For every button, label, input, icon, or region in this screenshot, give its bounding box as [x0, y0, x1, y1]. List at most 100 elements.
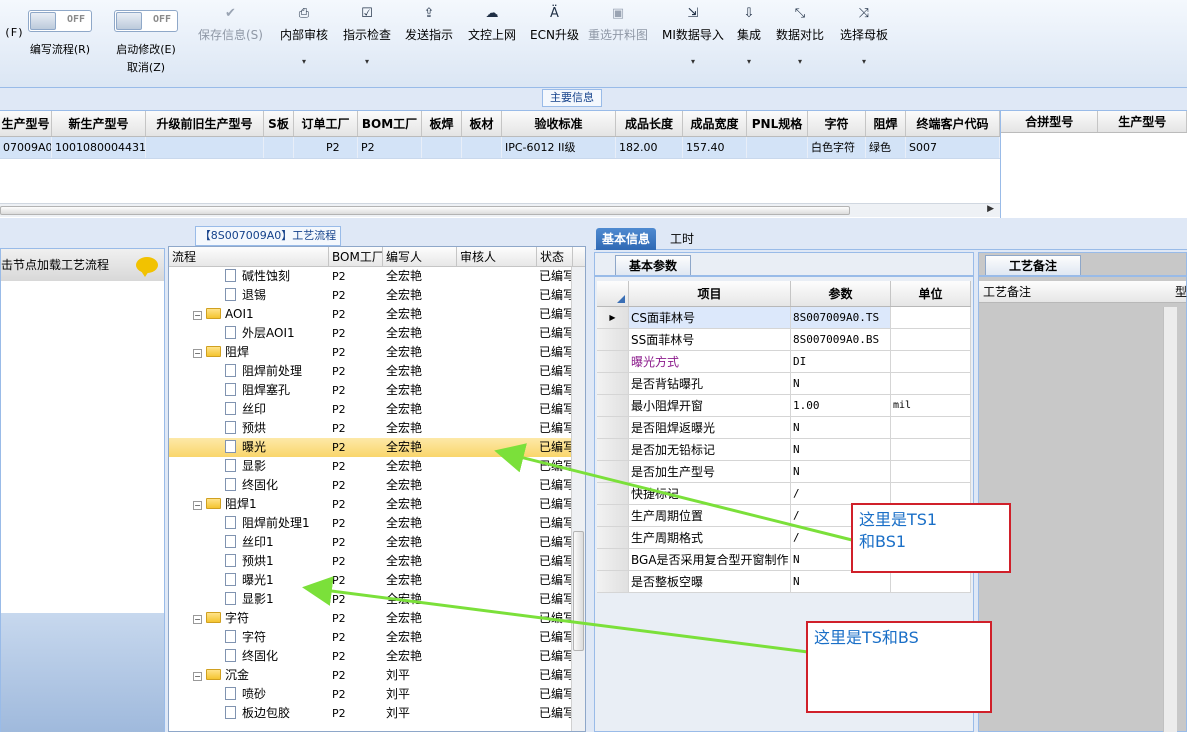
col-header[interactable]: 生产型号 — [0, 111, 52, 136]
doc-control-online-button[interactable]: ☁ 文控上网 — [468, 4, 516, 43]
data-compare-button[interactable]: ⤡ 数据对比 ▾ — [776, 4, 824, 66]
select-mother-board-button[interactable]: ⤨ 选择母板 ▾ — [840, 4, 888, 66]
tree-row[interactable]: 碱性蚀刻 P2 全宏艳 已编写 — [169, 267, 585, 286]
chevron-down-icon[interactable]: ▾ — [840, 57, 888, 66]
tree-node[interactable]: 显影1 — [169, 590, 329, 609]
cancel-label[interactable]: 取消(Z) — [114, 59, 178, 75]
tree-node[interactable]: 退锡 — [169, 286, 329, 305]
row-header[interactable] — [597, 351, 629, 372]
integrate-button[interactable]: ⇩ 集成 ▾ — [737, 4, 761, 66]
col-header[interactable]: 参数 — [791, 281, 891, 306]
col-header[interactable]: 验收标准 — [502, 111, 616, 136]
param-value-cell[interactable]: N — [791, 439, 891, 460]
arrow-right-icon[interactable]: ▶ — [987, 204, 994, 214]
col-header[interactable]: 流程 — [169, 247, 329, 266]
chevron-down-icon[interactable]: ▾ — [280, 57, 328, 66]
chevron-down-icon[interactable]: ▾ — [776, 57, 824, 66]
tree-row[interactable]: 曝光 P2 全宏艳 已编写 — [169, 438, 585, 457]
tree-node[interactable]: 终固化 — [169, 476, 329, 495]
col-header[interactable]: PNL规格 — [747, 111, 808, 136]
param-row[interactable]: 是否阻焊返曝光 N — [597, 417, 971, 439]
chevron-down-icon[interactable]: ▾ — [343, 57, 391, 66]
tree-node[interactable]: 预烘 — [169, 419, 329, 438]
col-header[interactable]: 板焊 — [422, 111, 462, 136]
tree-node[interactable]: 阻焊塞孔 — [169, 381, 329, 400]
param-value-cell[interactable]: / — [791, 483, 891, 504]
col-header[interactable]: S板 — [264, 111, 294, 136]
param-value-cell[interactable]: 8S007009A0.TS — [791, 307, 891, 328]
tab-basic-params[interactable]: 基本参数 — [615, 255, 691, 275]
row-header[interactable] — [597, 483, 629, 504]
tab-basic-info[interactable]: 基本信息 — [596, 228, 657, 250]
param-value-cell[interactable]: 8S007009A0.BS — [791, 329, 891, 350]
mi-data-import-button[interactable]: ⇲ MI数据导入 ▾ — [662, 4, 724, 66]
row-header[interactable] — [597, 461, 629, 482]
col-header[interactable]: 升级前旧生产型号 — [146, 111, 264, 136]
tab-process-remark[interactable]: 工艺备注 — [985, 255, 1081, 275]
col-header[interactable]: 审核人 — [457, 247, 537, 266]
tree-node[interactable]: 阻焊前处理 — [169, 362, 329, 381]
chevron-down-icon[interactable]: ▾ — [662, 57, 724, 66]
col-header[interactable]: 阻焊 — [866, 111, 906, 136]
tree-node[interactable]: − AOI1 — [169, 305, 329, 324]
param-value-cell[interactable]: 1.00 — [791, 395, 891, 416]
tree-node[interactable]: 喷砂 — [169, 685, 329, 704]
tree-row[interactable]: 预烘 P2 全宏艳 已编写 — [169, 419, 585, 438]
tree-node[interactable]: 曝光1 — [169, 571, 329, 590]
col-header[interactable]: 成品长度 — [616, 111, 683, 136]
param-row[interactable]: 是否加生产型号 N — [597, 461, 971, 483]
col-header[interactable]: 合拼型号 — [1001, 111, 1099, 132]
col-header[interactable]: 状态 — [537, 247, 573, 266]
tree-node[interactable]: 阻焊前处理1 — [169, 514, 329, 533]
param-row[interactable]: 是否加无铅标记 N — [597, 439, 971, 461]
collapse-icon[interactable]: − — [193, 311, 202, 320]
tree-node[interactable]: 曝光 — [169, 438, 329, 457]
tree-row[interactable]: 预烘1 P2 全宏艳 已编写 — [169, 552, 585, 571]
tree-row[interactable]: − 阻焊1 P2 全宏艳 已编写 — [169, 495, 585, 514]
tree-node[interactable]: − 沉金 — [169, 666, 329, 685]
tree-node[interactable]: 丝印1 — [169, 533, 329, 552]
remark-col-header[interactable]: 工艺备注 — [983, 285, 1031, 299]
param-row[interactable]: SS面菲林号 8S007009A0.BS — [597, 329, 971, 351]
tree-row[interactable]: 阻焊塞孔 P2 全宏艳 已编写 — [169, 381, 585, 400]
row-header[interactable]: ▶ — [597, 307, 629, 328]
collapse-icon[interactable]: − — [193, 672, 202, 681]
row-header[interactable] — [597, 571, 629, 592]
col-header[interactable]: BOM工厂 — [329, 247, 383, 266]
tree-node[interactable]: 丝印 — [169, 400, 329, 419]
tree-node[interactable]: 终固化 — [169, 647, 329, 666]
horizontal-splitter[interactable] — [0, 218, 1187, 226]
param-row[interactable]: ▶ CS面菲林号 8S007009A0.TS — [597, 307, 971, 329]
tree-row[interactable]: 退锡 P2 全宏艳 已编写 — [169, 286, 585, 305]
tree-node[interactable]: − 字符 — [169, 609, 329, 628]
row-header[interactable] — [597, 373, 629, 394]
tree-node[interactable]: − 阻焊 — [169, 343, 329, 362]
col-header[interactable]: 成品宽度 — [683, 111, 747, 136]
start-edit-toggle[interactable]: OFF — [114, 10, 178, 32]
row-header[interactable] — [597, 549, 629, 570]
tree-row[interactable]: − 阻焊 P2 全宏艳 已编写 — [169, 343, 585, 362]
row-header[interactable] — [597, 527, 629, 548]
tree-node[interactable]: 板边包胶 — [169, 704, 329, 723]
reselect-cutting-drawing-button[interactable]: ▣ 重选开料图 — [588, 4, 648, 43]
col-header[interactable]: 订单工厂 — [294, 111, 358, 136]
param-value-cell[interactable]: N — [791, 373, 891, 394]
tree-row[interactable]: 板边包胶 P2 刘平 已编写 — [169, 704, 585, 723]
row-header[interactable] — [597, 505, 629, 526]
tree-row[interactable]: − AOI1 P2 全宏艳 已编写 — [169, 305, 585, 324]
tree-node[interactable]: 字符 — [169, 628, 329, 647]
tree-row[interactable]: 喷砂 P2 刘平 已编写 — [169, 685, 585, 704]
tree-row[interactable]: − 字符 P2 全宏艳 已编写 — [169, 609, 585, 628]
tree-row[interactable]: 显影 P2 全宏艳 已编写 — [169, 457, 585, 476]
col-header[interactable]: 项目 — [629, 281, 791, 306]
scroll-thumb[interactable] — [0, 206, 850, 215]
col-header[interactable]: 终端客户代码 — [906, 111, 1000, 136]
save-info-button[interactable]: ✔ 保存信息(S) — [198, 4, 263, 43]
col-header[interactable]: 生产型号 — [1098, 111, 1187, 132]
main-info-toggle[interactable]: 主要信息 — [542, 89, 602, 107]
col-header[interactable]: BOM工厂 — [358, 111, 422, 136]
col-header[interactable]: 新生产型号 — [52, 111, 146, 136]
tree-row[interactable]: 字符 P2 全宏艳 已编写 — [169, 628, 585, 647]
param-row[interactable]: 曝光方式 DI — [597, 351, 971, 373]
col-header[interactable]: 板材 — [462, 111, 502, 136]
